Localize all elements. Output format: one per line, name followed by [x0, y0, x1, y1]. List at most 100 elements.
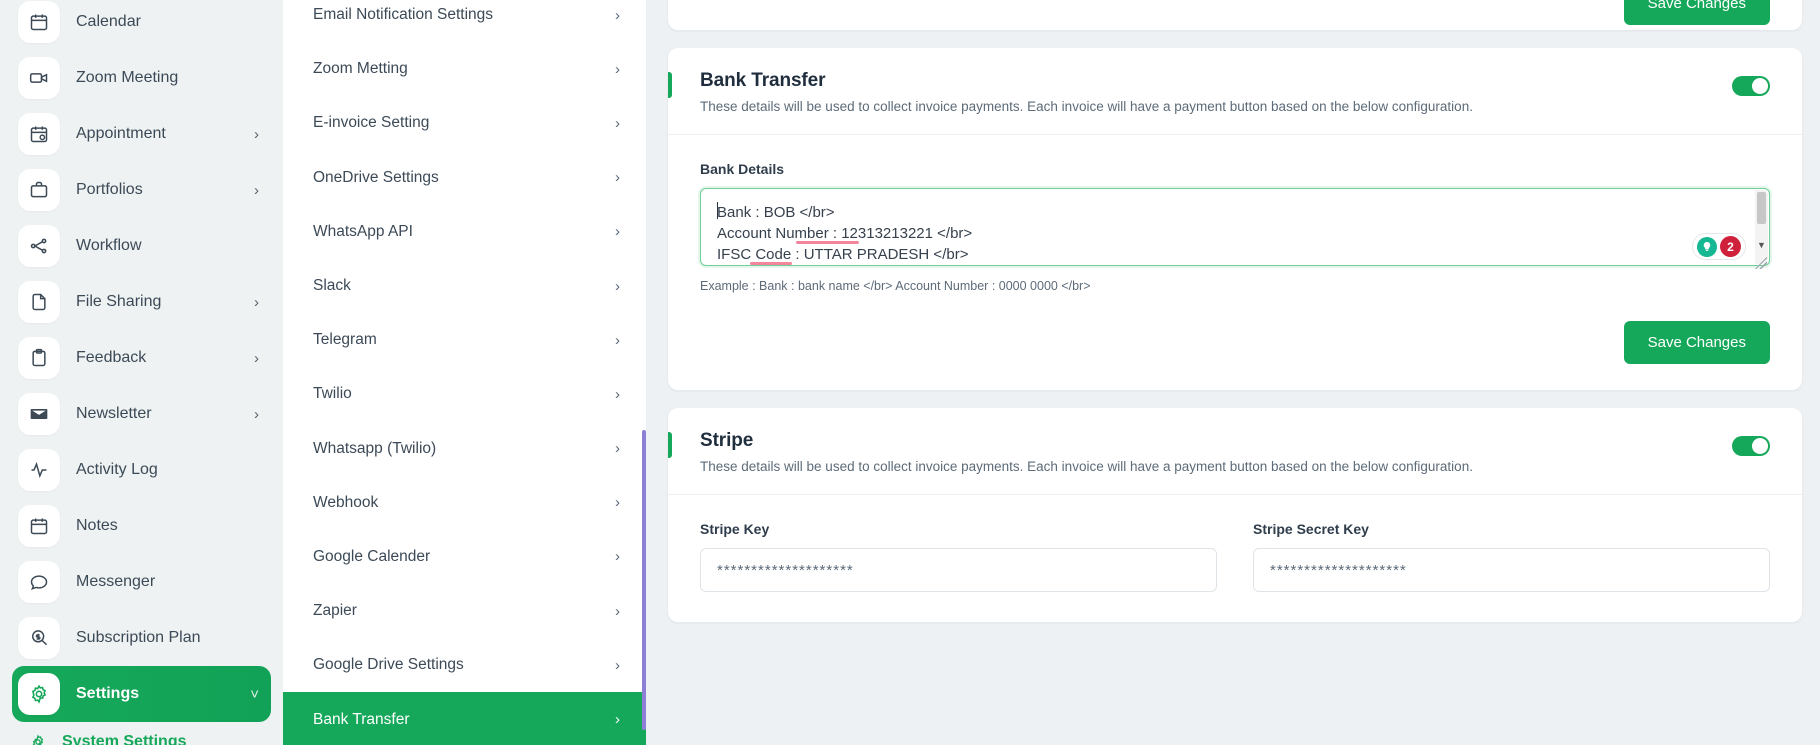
sidebar-item-label: Appointment [76, 125, 254, 143]
scrollbar-thumb[interactable] [1757, 192, 1766, 224]
magnifier-dollar-icon [18, 617, 60, 659]
settings-item-google-calender[interactable]: Google Calender › [283, 530, 646, 584]
chevron-right-icon: › [615, 7, 620, 24]
bank-details-hint: Example : Bank : bank name </br> Account… [700, 279, 1770, 293]
scroll-down-arrow-icon[interactable]: ▼ [1757, 240, 1766, 250]
sidebar-subitem-system-settings[interactable]: System Settings [12, 722, 271, 745]
grammarly-badge[interactable]: 2 [1692, 233, 1746, 260]
settings-nav-list: Email Notification Settings › Zoom Metti… [283, 0, 646, 745]
chevron-right-icon: › [615, 603, 620, 620]
settings-item-email-notification-settings[interactable]: Email Notification Settings › [283, 0, 646, 42]
sidebar-item-label: Feedback [76, 349, 254, 367]
calendar-clock-icon [18, 113, 60, 155]
settings-item-telegram[interactable]: Telegram › [283, 313, 646, 367]
bank-transfer-footer: Save Changes [668, 293, 1802, 390]
settings-item-google-drive-settings[interactable]: Google Drive Settings › [283, 638, 646, 692]
settings-item-label: Whatsapp (Twilio) [313, 440, 615, 458]
spellcheck-squiggle [796, 241, 859, 244]
settings-item-zapier[interactable]: Zapier › [283, 584, 646, 638]
stripe-title: Stripe [700, 430, 1732, 452]
sidebar-item-label: Zoom Meeting [76, 69, 259, 87]
settings-item-label: Slack [313, 277, 615, 295]
stripe-secret-key-input[interactable] [1253, 548, 1770, 592]
gear-icon [18, 673, 60, 715]
sidebar-item-zoom-meeting[interactable]: Zoom Meeting [12, 50, 271, 106]
settings-item-label: WhatsApp API [313, 223, 615, 241]
sidebar-item-calendar[interactable]: Calendar [12, 0, 271, 50]
settings-item-e-invoice-setting[interactable]: E-invoice Setting › [283, 96, 646, 150]
settings-item-label: Zoom Metting [313, 60, 615, 78]
primary-sidebar: Calendar Zoom Meeting Appointment › Port… [0, 0, 283, 745]
stripe-secret-key-label: Stripe Secret Key [1253, 521, 1770, 537]
stripe-card: Stripe These details will be used to col… [668, 408, 1802, 622]
settings-item-label: Google Drive Settings [313, 656, 615, 674]
sidebar-item-label: Workflow [76, 237, 259, 255]
settings-item-twilio[interactable]: Twilio › [283, 367, 646, 421]
sidebar-item-workflow[interactable]: Workflow [12, 218, 271, 274]
textarea-resize-handle[interactable] [1755, 257, 1767, 269]
chevron-right-icon: › [615, 332, 620, 349]
sidebar-item-file-sharing[interactable]: File Sharing › [12, 274, 271, 330]
settings-item-whatsapp-api[interactable]: WhatsApp API › [283, 205, 646, 259]
sidebar-item-label: Subscription Plan [76, 629, 259, 647]
settings-item-label: E-invoice Setting [313, 114, 615, 132]
stripe-key-group: Stripe Key [700, 521, 1217, 592]
activity-pulse-icon [18, 449, 60, 491]
sidebar-item-label: Activity Log [76, 461, 259, 479]
bank-transfer-title: Bank Transfer [700, 70, 1732, 92]
chevron-right-icon: › [615, 711, 620, 728]
settings-item-label: Zapier [313, 602, 615, 620]
sidebar-item-activity-log[interactable]: Activity Log [12, 442, 271, 498]
settings-item-slack[interactable]: Slack › [283, 259, 646, 313]
bank-details-textarea[interactable] [700, 188, 1770, 266]
bank-details-field-wrap: ▼ 2 [700, 188, 1770, 271]
chevron-right-icon: › [615, 115, 620, 132]
briefcase-icon [18, 169, 60, 211]
sidebar-item-feedback[interactable]: Feedback › [12, 330, 271, 386]
stripe-key-input[interactable] [700, 548, 1217, 592]
chevron-right-icon: › [615, 169, 620, 186]
bank-details-label: Bank Details [700, 161, 1770, 177]
text-caret [717, 202, 718, 219]
gear-small-icon [30, 734, 46, 745]
stripe-subtitle: These details will be used to collect in… [700, 459, 1732, 474]
chevron-right-icon: › [254, 182, 259, 199]
chevron-right-icon: › [254, 406, 259, 423]
settings-item-label: Email Notification Settings [313, 6, 615, 24]
chevron-right-icon: › [615, 61, 620, 78]
settings-item-bank-transfer[interactable]: Bank Transfer › [283, 692, 646, 745]
chevron-right-icon: › [254, 126, 259, 143]
settings-item-onedrive-settings[interactable]: OneDrive Settings › [283, 151, 646, 205]
settings-item-whatsapp-twilio[interactable]: Whatsapp (Twilio) › [283, 422, 646, 476]
sidebar-item-label: Portfolios [76, 181, 254, 199]
settings-item-webhook[interactable]: Webhook › [283, 476, 646, 530]
chevron-right-icon: › [615, 657, 620, 674]
stripe-toggle[interactable] [1732, 436, 1770, 456]
sidebar-item-subscription-plan[interactable]: Subscription Plan [12, 610, 271, 666]
sidebar-item-appointment[interactable]: Appointment › [12, 106, 271, 162]
sidebar-item-notes[interactable]: Notes [12, 498, 271, 554]
bank-transfer-toggle[interactable] [1732, 76, 1770, 96]
sidebar-item-label: Newsletter [76, 405, 254, 423]
settings-item-zoom-metting[interactable]: Zoom Metting › [283, 42, 646, 96]
settings-item-label: Telegram [313, 331, 615, 349]
chevron-down-icon: ˅ [250, 686, 259, 703]
chevron-right-icon: › [615, 278, 620, 295]
sidebar-item-newsletter[interactable]: Newsletter › [12, 386, 271, 442]
sidebar-item-messenger[interactable]: Messenger [12, 554, 271, 610]
chevron-right-icon: › [254, 350, 259, 367]
stripe-secret-key-group: Stripe Secret Key [1253, 521, 1770, 592]
chat-bubble-icon [18, 561, 60, 603]
textarea-scrollbar[interactable]: ▼ [1755, 190, 1768, 264]
save-button[interactable]: Save Changes [1624, 321, 1770, 364]
settings-item-label: Bank Transfer [313, 711, 615, 729]
previous-settings-card: Save Changes [668, 0, 1802, 30]
sidebar-item-label: Messenger [76, 573, 259, 591]
sidebar-item-settings[interactable]: Settings ˅ [12, 666, 271, 722]
sidebar-item-portfolios[interactable]: Portfolios › [12, 162, 271, 218]
sidebar-item-label: File Sharing [76, 293, 254, 311]
grammarly-lightbulb-icon [1697, 237, 1717, 257]
save-button[interactable]: Save Changes [1624, 0, 1770, 25]
notes-calendar-icon [18, 505, 60, 547]
sidebar-item-label: Settings [76, 685, 250, 703]
